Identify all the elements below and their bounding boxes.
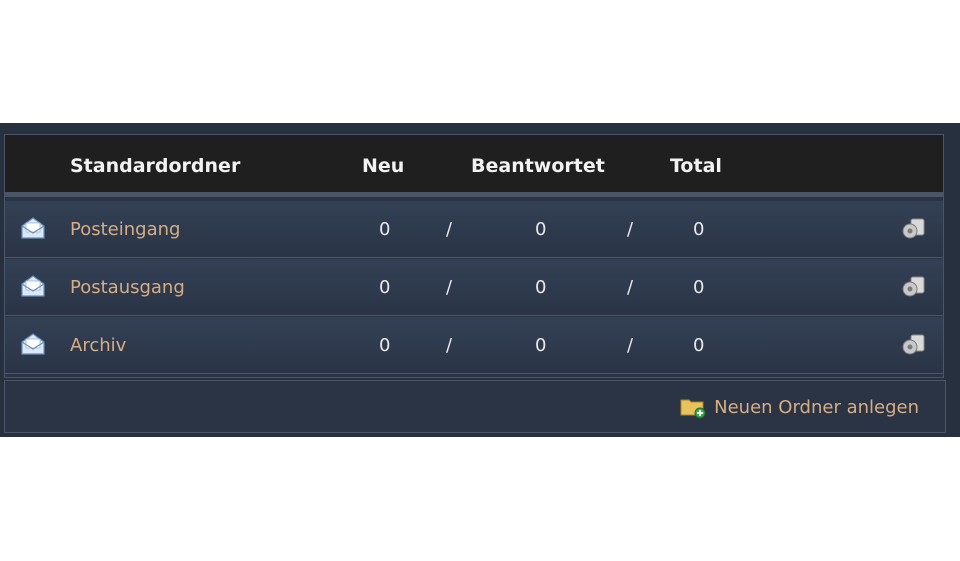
header-total: Total — [670, 155, 722, 177]
header-folder: Standardordner — [70, 155, 241, 177]
folder-link-posteingang[interactable]: Posteingang — [70, 219, 180, 240]
table-footer: Neuen Ordner anlegen — [4, 380, 946, 433]
total-count: 0 — [693, 219, 705, 240]
table-row: Archiv 0 / 0 / 0 — [5, 317, 943, 374]
folder-link-archiv[interactable]: Archiv — [70, 335, 126, 356]
separator: / — [446, 219, 453, 240]
separator: / — [627, 335, 634, 356]
settings-icon[interactable] — [901, 215, 927, 241]
table-row: Posteingang 0 / 0 / 0 — [5, 201, 943, 258]
separator: / — [627, 277, 634, 298]
envelope-icon — [21, 217, 45, 239]
separator: / — [446, 335, 453, 356]
separator: / — [446, 277, 453, 298]
envelope-icon — [21, 333, 45, 355]
folder-add-icon — [680, 399, 706, 419]
folder-panel: Standardordner Neu Beantwortet Total Pos… — [0, 123, 960, 437]
separator: / — [627, 219, 634, 240]
total-count: 0 — [693, 335, 705, 356]
settings-icon[interactable] — [901, 331, 927, 357]
total-count: 0 — [693, 277, 705, 298]
folder-link-postausgang[interactable]: Postausgang — [70, 277, 185, 298]
new-count: 0 — [379, 219, 391, 240]
answered-count: 0 — [535, 277, 547, 298]
settings-icon[interactable] — [901, 273, 927, 299]
new-folder-label: Neuen Ordner anlegen — [714, 396, 919, 418]
envelope-icon — [21, 275, 45, 297]
answered-count: 0 — [535, 219, 547, 240]
new-count: 0 — [379, 277, 391, 298]
header-answered: Beantwortet — [471, 155, 605, 177]
folder-table: Standardordner Neu Beantwortet Total Pos… — [4, 134, 944, 378]
header-new: Neu — [362, 155, 405, 177]
table-header: Standardordner Neu Beantwortet Total — [5, 135, 943, 197]
answered-count: 0 — [535, 335, 547, 356]
new-folder-button[interactable]: Neuen Ordner anlegen — [680, 395, 919, 419]
table-row: Postausgang 0 / 0 / 0 — [5, 259, 943, 316]
new-count: 0 — [379, 335, 391, 356]
